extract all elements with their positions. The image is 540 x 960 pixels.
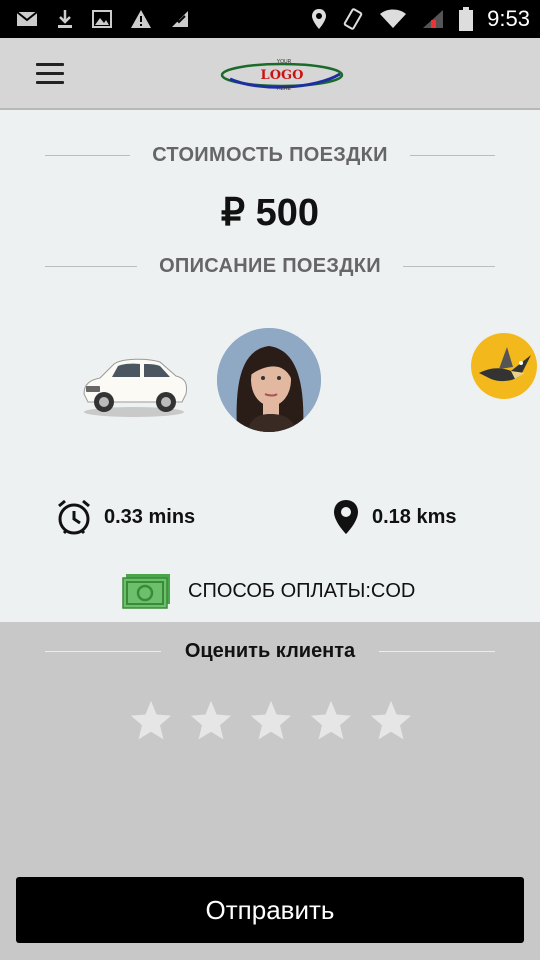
star-icon-2[interactable]	[188, 698, 234, 744]
svg-text:YOUR: YOUR	[277, 59, 292, 65]
divider	[45, 155, 131, 156]
car-image	[83, 358, 187, 417]
hamburger-menu-icon[interactable]	[36, 63, 64, 85]
svg-text:LOGO: LOGO	[261, 68, 304, 83]
distance-value: 0.18 kms	[372, 505, 457, 528]
warning-icon	[130, 9, 152, 29]
cost-heading: СТОИМОСТЬ ПОЕЗДКИ	[45, 144, 496, 167]
cash-icon	[122, 574, 170, 609]
divider	[379, 651, 495, 652]
duration-value: 0.33 mins	[104, 505, 196, 528]
star-rating	[128, 698, 414, 744]
cell-signal-icon	[421, 8, 445, 30]
location-icon	[311, 8, 327, 30]
star-icon-3[interactable]	[248, 698, 294, 744]
battery-icon	[459, 7, 474, 31]
trip-summary-card: СТОИМОСТЬ ПОЕЗДКИ ₽ 500 ОПИСАНИЕ ПОЕЗДКИ	[0, 110, 540, 622]
customer-avatar	[217, 328, 321, 432]
rating-heading-label: Оценить клиента	[184, 640, 356, 662]
description-heading-label: ОПИСАНИЕ ПОЕЗДКИ	[159, 255, 381, 277]
status-bar: 9:53	[0, 0, 540, 38]
description-heading: ОПИСАНИЕ ПОЕЗДКИ	[45, 255, 495, 278]
svg-text:HERE: HERE	[277, 86, 292, 92]
alarm-clock-icon	[58, 499, 90, 535]
app-bar: LOGO YOUR HERE	[0, 38, 540, 110]
star-icon-4[interactable]	[308, 698, 354, 744]
bird-badge-icon	[471, 333, 537, 399]
trip-duration: 0.33 mins	[56, 498, 195, 536]
signal-check-icon	[170, 9, 190, 29]
mail-icon	[16, 10, 38, 28]
vibrate-icon	[341, 7, 365, 31]
logo: LOGO YOUR HERE	[220, 59, 344, 92]
status-time: 9:53	[487, 6, 530, 31]
cost-heading-label: СТОИМОСТЬ ПОЕЗДКИ	[152, 144, 388, 166]
location-pin-icon	[334, 500, 358, 534]
divider	[409, 155, 496, 156]
divider	[45, 651, 161, 652]
divider	[402, 266, 495, 267]
download-icon	[56, 9, 74, 29]
divider	[45, 266, 138, 267]
payment-label: СПОСОБ ОПЛАТЫ:COD	[188, 579, 416, 602]
trip-price: ₽ 500	[220, 192, 320, 234]
wifi-icon	[379, 8, 407, 30]
star-icon-5[interactable]	[368, 698, 414, 744]
rating-heading: Оценить клиента	[45, 640, 495, 663]
trip-distance: 0.18 kms	[332, 498, 457, 536]
image-icon	[92, 10, 112, 28]
payment-method: СПОСОБ ОПЛАТЫ:COD	[122, 572, 415, 610]
star-icon-1[interactable]	[128, 698, 174, 744]
submit-button[interactable]: Отправить	[16, 877, 524, 943]
